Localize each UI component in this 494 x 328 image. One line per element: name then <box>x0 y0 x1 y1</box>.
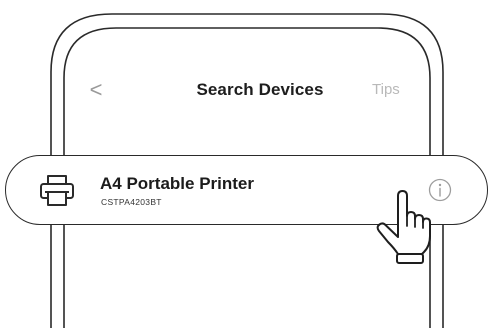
page-title: Search Devices <box>196 80 324 99</box>
chevron-left-icon: < <box>89 77 103 102</box>
tips-button[interactable]: Tips <box>372 81 400 98</box>
illustration: < Search Devices Tips A4 Portable Printe… <box>0 0 494 328</box>
back-button[interactable]: < <box>84 76 108 104</box>
tap-hand-icon <box>376 190 431 264</box>
device-name: A4 Portable Printer <box>100 174 254 193</box>
device-serial: CSTPA4203BT <box>101 197 162 207</box>
printer-icon <box>40 175 74 206</box>
